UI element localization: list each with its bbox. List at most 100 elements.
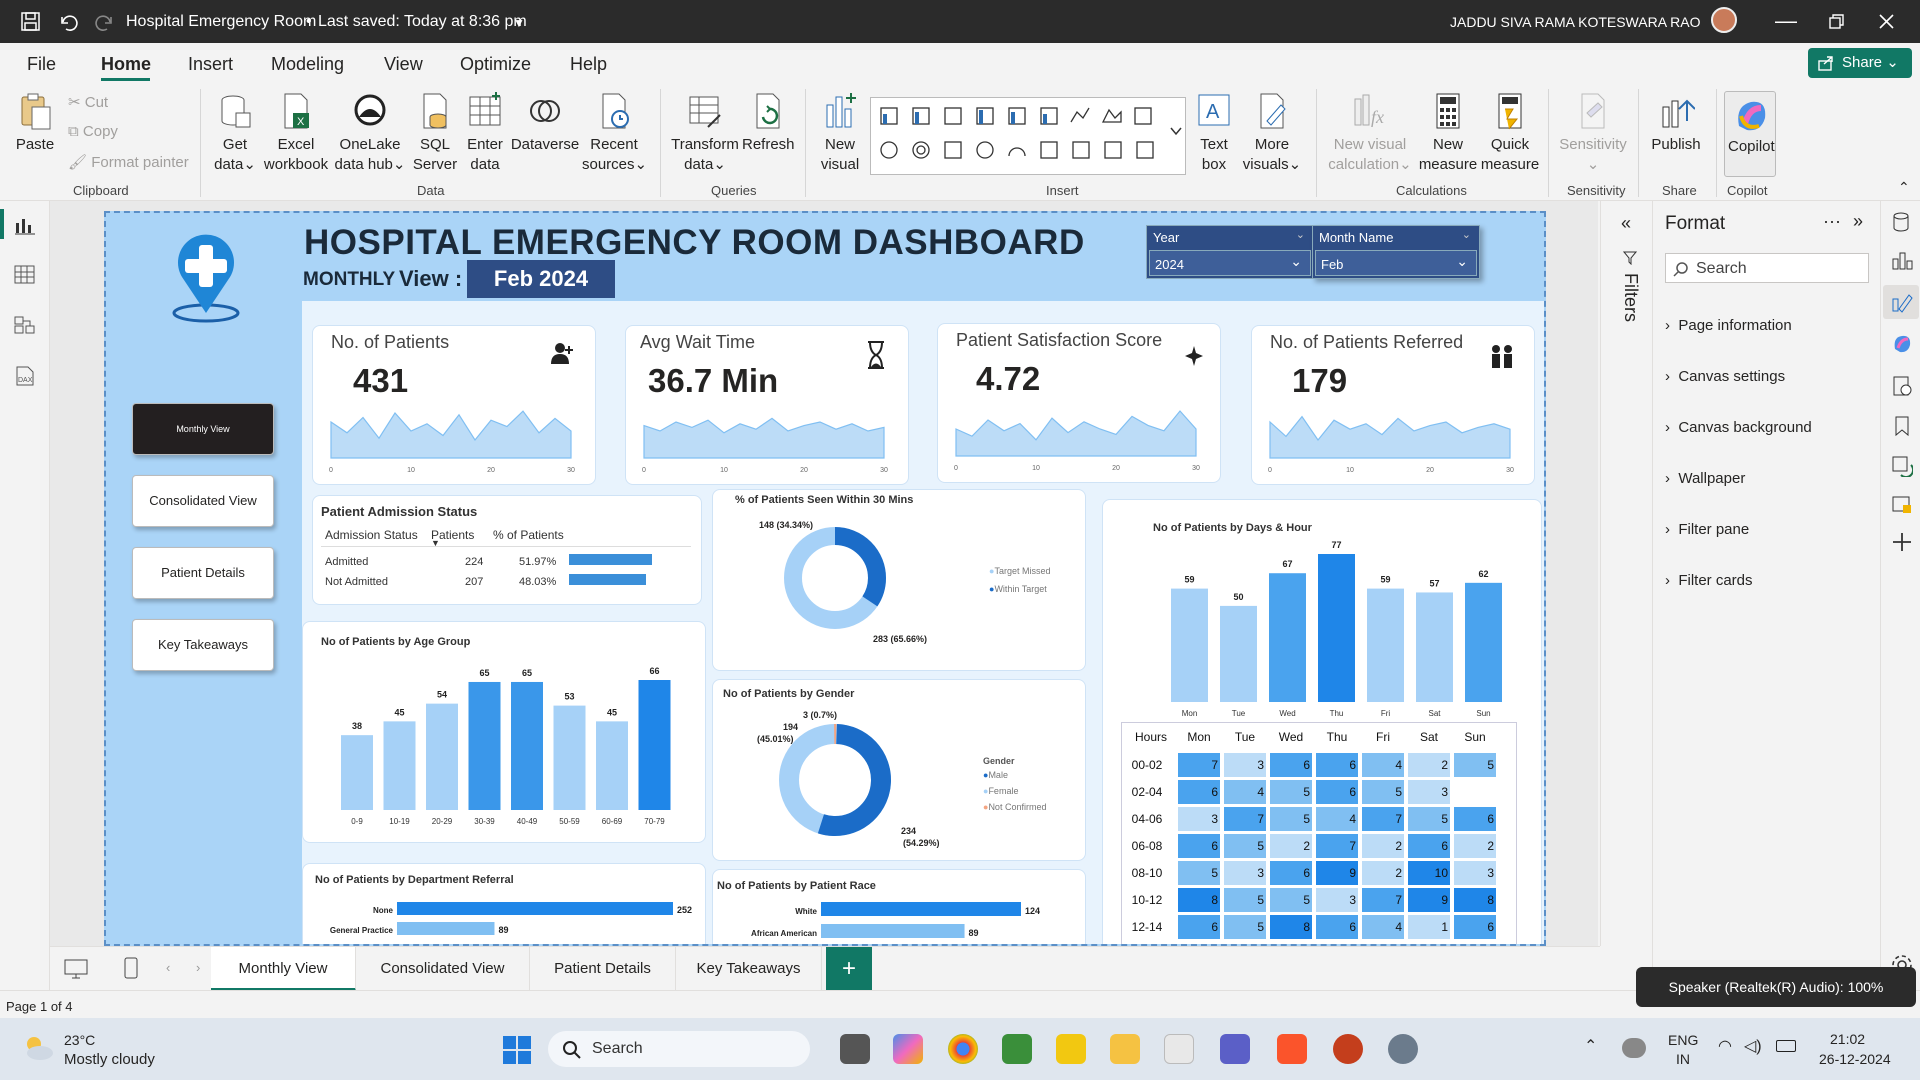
- menu-modeling[interactable]: Modeling: [271, 54, 344, 75]
- data-pane-icon[interactable]: [1891, 211, 1911, 233]
- sensitivity-button[interactable]: Sensitivity ⌄: [1556, 91, 1630, 175]
- format-visual-icon[interactable]: [1891, 291, 1913, 313]
- dataverse-button[interactable]: Dataverse: [510, 91, 580, 155]
- sync-slicers-icon[interactable]: [1891, 455, 1913, 477]
- format-section-page-information[interactable]: › Page information: [1665, 317, 1792, 334]
- close-icon[interactable]: [1878, 13, 1895, 30]
- format-section-wallpaper[interactable]: › Wallpaper: [1665, 470, 1745, 487]
- menu-insert[interactable]: Insert: [188, 54, 233, 75]
- onedrive-icon[interactable]: [1622, 1038, 1646, 1058]
- powerpoint-icon[interactable]: [1333, 1034, 1363, 1064]
- next-page-icon[interactable]: ›: [196, 960, 200, 975]
- cut-button[interactable]: ✂ Cut: [68, 93, 108, 111]
- nav-patient-details[interactable]: Patient Details: [132, 547, 274, 599]
- month-dropdown[interactable]: Feb ⌄: [1315, 250, 1477, 276]
- chevron-up-icon[interactable]: ⌃: [1584, 1036, 1597, 1056]
- nav-monthly-view[interactable]: Monthly View: [132, 403, 274, 455]
- file-explorer-icon[interactable]: [1110, 1034, 1140, 1064]
- new-visual-button[interactable]: New visual: [815, 91, 865, 175]
- menu-help[interactable]: Help: [570, 54, 607, 75]
- quick-measure-button[interactable]: Quick measure: [1480, 91, 1540, 175]
- brave-icon[interactable]: [1277, 1034, 1307, 1064]
- onelake-data-hub-button[interactable]: OneLake data hub⌄: [332, 91, 408, 175]
- more-visuals-button[interactable]: More visuals⌄: [1240, 91, 1304, 175]
- format-section-canvas-background[interactable]: › Canvas background: [1665, 419, 1812, 436]
- text-box-button[interactable]: A Text box: [1192, 91, 1236, 175]
- get-data-button[interactable]: Get data⌄: [210, 91, 260, 175]
- chrome-icon[interactable]: [948, 1034, 978, 1064]
- sql-server-button[interactable]: SQL Server: [410, 91, 460, 175]
- minimize-icon[interactable]: —: [1775, 8, 1797, 34]
- more-options-icon[interactable]: ···: [1823, 211, 1841, 232]
- format-section-canvas-settings[interactable]: › Canvas settings: [1665, 368, 1785, 385]
- volume-icon[interactable]: ◁): [1744, 1036, 1762, 1056]
- snipping-tool-icon[interactable]: [1002, 1034, 1032, 1064]
- tab-consolidated-view[interactable]: Consolidated View: [356, 947, 530, 991]
- refresh-button[interactable]: Refresh: [742, 91, 795, 155]
- tab-patient-details[interactable]: Patient Details: [530, 947, 676, 991]
- format-search-input[interactable]: Search: [1665, 253, 1869, 283]
- report-view-icon[interactable]: [14, 215, 36, 235]
- add-pane-icon[interactable]: [1891, 531, 1913, 553]
- table-view-icon[interactable]: [14, 265, 36, 285]
- format-section-filter-pane[interactable]: › Filter pane: [1665, 521, 1749, 538]
- menu-optimize[interactable]: Optimize: [460, 54, 531, 75]
- dax-query-view-icon[interactable]: DAX: [14, 365, 36, 387]
- tab-monthly-view[interactable]: Monthly View: [211, 947, 356, 991]
- prev-page-icon[interactable]: ‹: [166, 960, 170, 975]
- redo-icon[interactable]: [94, 11, 116, 33]
- performance-icon[interactable]: [1891, 375, 1913, 397]
- save-icon[interactable]: [20, 11, 42, 33]
- menu-home[interactable]: Home: [101, 54, 151, 75]
- battery-icon[interactable]: [1776, 1040, 1796, 1052]
- recent-sources-button[interactable]: Recent sources⌄: [582, 91, 647, 175]
- publish-button[interactable]: Publish: [1646, 91, 1706, 155]
- power-bi-icon[interactable]: [1056, 1034, 1086, 1064]
- mobile-layout-icon[interactable]: [124, 957, 138, 979]
- selection-pane-icon[interactable]: [1891, 493, 1913, 515]
- new-measure-button[interactable]: New measure: [1418, 91, 1478, 175]
- desktop-layout-icon[interactable]: [64, 959, 88, 979]
- excel-workbook-button[interactable]: X Excel workbook: [262, 91, 330, 175]
- month-slicer[interactable]: Month Name ⌄ Feb ⌄: [1312, 225, 1480, 279]
- language-indicator[interactable]: ENG: [1668, 1032, 1698, 1048]
- copy-button[interactable]: ⧉ Copy: [68, 123, 118, 140]
- clock-time[interactable]: 21:02: [1830, 1031, 1865, 1047]
- format-section-filter-cards[interactable]: › Filter cards: [1665, 572, 1753, 589]
- copilot-pane-icon[interactable]: [1891, 333, 1913, 355]
- chevron-down-icon[interactable]: ▼: [513, 16, 525, 30]
- wifi-icon[interactable]: ◠: [1718, 1036, 1732, 1056]
- collapse-ribbon-icon[interactable]: ⌃: [1898, 179, 1910, 196]
- avatar[interactable]: [1711, 7, 1737, 33]
- bookmark-icon[interactable]: [1891, 415, 1913, 437]
- share-button[interactable]: Share ⌄: [1808, 48, 1912, 78]
- model-view-icon[interactable]: [14, 315, 36, 335]
- menu-view[interactable]: View: [384, 54, 423, 75]
- settings-icon[interactable]: [1388, 1034, 1418, 1064]
- microsoft-store-icon[interactable]: [1164, 1034, 1194, 1064]
- build-visual-icon[interactable]: [1891, 249, 1913, 271]
- nav-key-takeaways[interactable]: Key Takeaways: [132, 619, 274, 671]
- menu-file[interactable]: File: [27, 54, 56, 75]
- nav-consolidated-view[interactable]: Consolidated View: [132, 475, 274, 527]
- task-view-icon[interactable]: [840, 1034, 870, 1064]
- restore-icon[interactable]: [1829, 14, 1845, 30]
- year-dropdown[interactable]: 2024 ⌄: [1149, 250, 1311, 276]
- teams-icon[interactable]: [1220, 1034, 1250, 1064]
- taskbar-search[interactable]: Search: [548, 1031, 810, 1067]
- clock-date[interactable]: 26-12-2024: [1819, 1051, 1891, 1067]
- undo-icon[interactable]: [57, 11, 79, 33]
- enter-data-button[interactable]: Enter data: [462, 91, 508, 175]
- visuals-gallery[interactable]: [870, 97, 1186, 175]
- expand-filters-icon[interactable]: «: [1621, 213, 1631, 234]
- format-painter-button[interactable]: 🖌 Format painter: [68, 153, 189, 171]
- filters-pane[interactable]: « Filters: [1600, 201, 1652, 946]
- year-slicer[interactable]: Year ⌄ 2024 ⌄: [1146, 225, 1314, 279]
- add-page-button[interactable]: +: [826, 947, 872, 991]
- new-visual-calculation-button[interactable]: fx New visual calculation⌄: [1326, 91, 1414, 175]
- tab-key-takeaways[interactable]: Key Takeaways: [676, 947, 822, 991]
- copilot-taskbar-icon[interactable]: [893, 1034, 923, 1064]
- transform-data-button[interactable]: Transform data⌄: [670, 91, 740, 175]
- copilot-button[interactable]: Copilot: [1724, 91, 1776, 177]
- paste-button[interactable]: Paste: [12, 91, 58, 155]
